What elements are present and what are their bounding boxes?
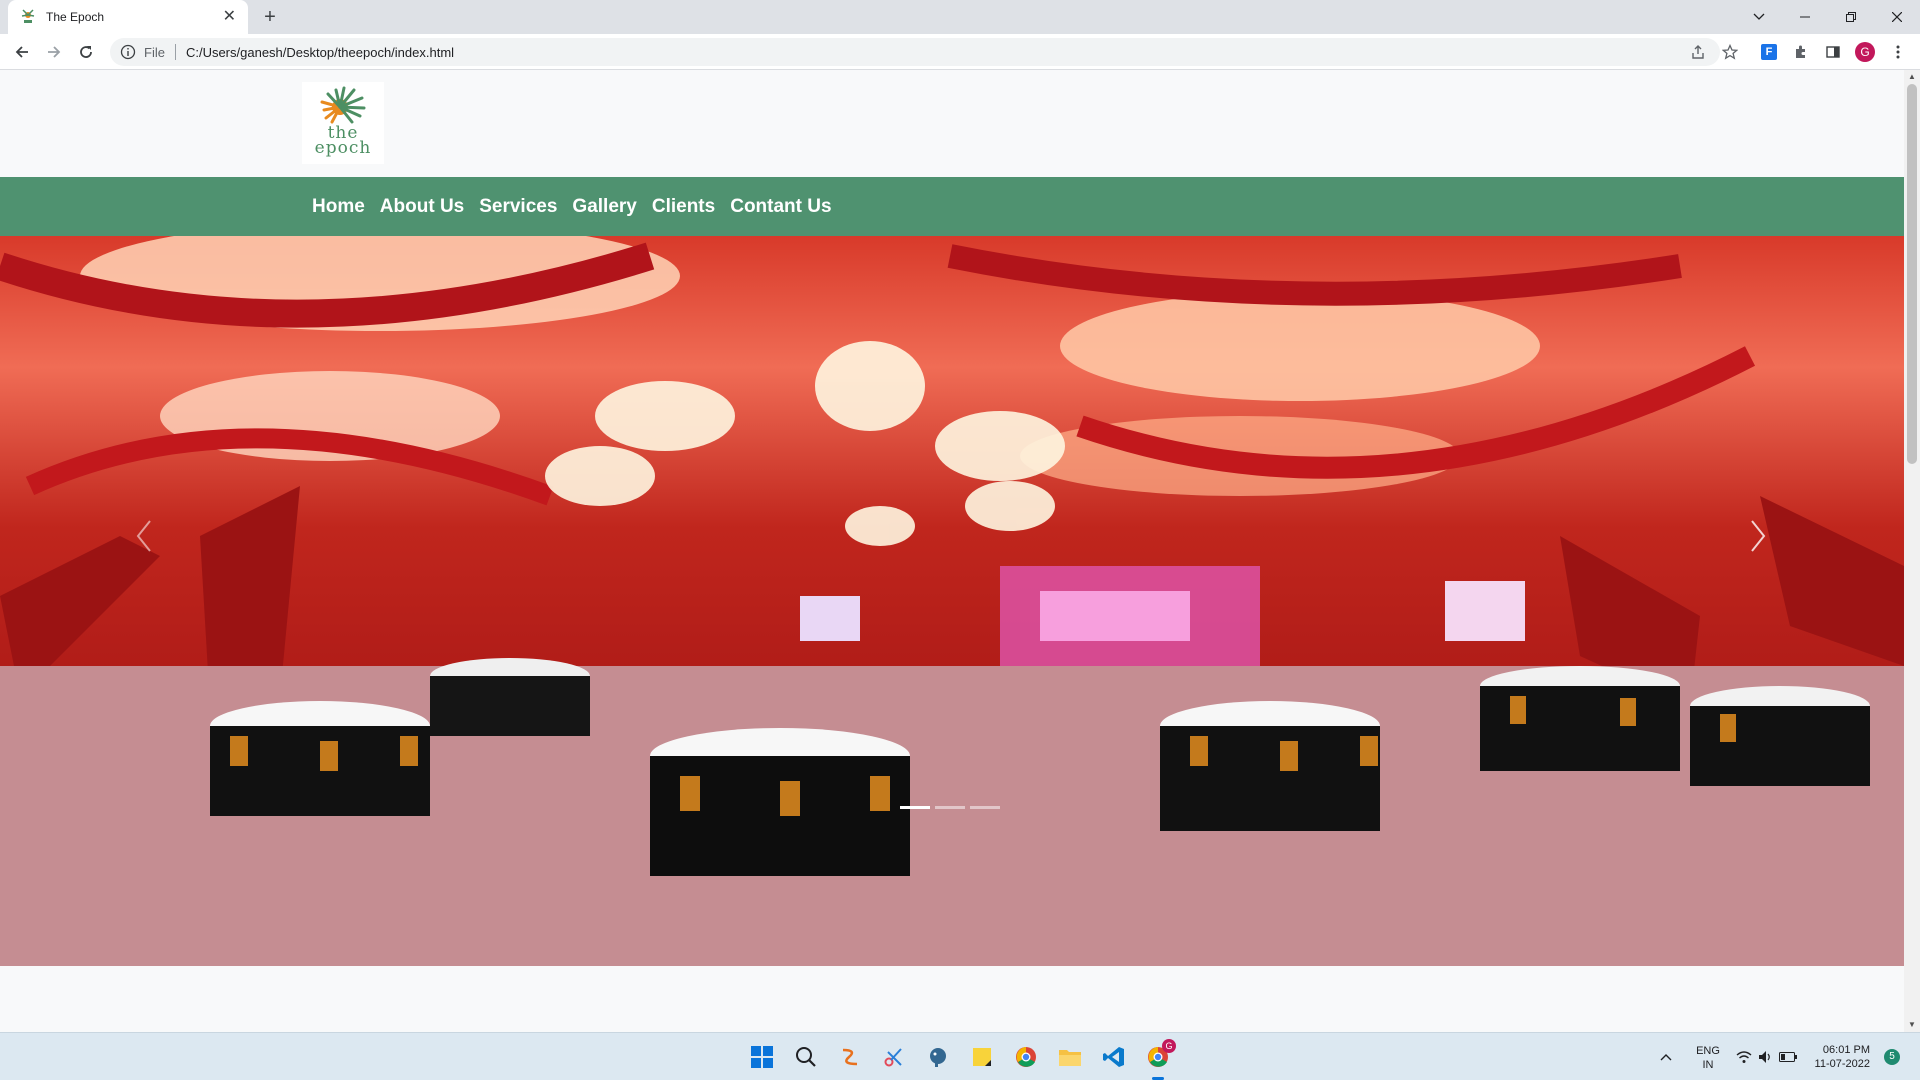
url-text[interactable]: C:/Users/ganesh/Desktop/theepoch/index.h… — [186, 45, 454, 60]
tab-title: The Epoch — [46, 10, 105, 24]
nav-about-us[interactable]: About Us — [380, 196, 464, 218]
side-panel-icon[interactable] — [1823, 42, 1843, 62]
nav-services[interactable]: Services — [479, 196, 557, 218]
tab-search-icon[interactable] — [1736, 0, 1782, 34]
restore-icon[interactable] — [1828, 0, 1874, 34]
tab-strip: The Epoch ✕ + — [0, 0, 1920, 34]
windows-start-icon[interactable] — [746, 1041, 778, 1073]
page-scrollbar[interactable]: ▲ ▼ — [1904, 70, 1920, 1032]
hero-carousel[interactable] — [0, 236, 1904, 966]
search-icon[interactable] — [790, 1041, 822, 1073]
extensions-puzzle-icon[interactable] — [1791, 42, 1811, 62]
carousel-indicator-2[interactable] — [935, 806, 965, 809]
main-navbar: Home About Us Services Gallery Clients C… — [0, 177, 1904, 236]
close-window-icon[interactable] — [1874, 0, 1920, 34]
scroll-up-icon[interactable]: ▲ — [1904, 70, 1920, 84]
carousel-indicators — [900, 806, 1000, 809]
back-icon[interactable] — [10, 40, 34, 64]
browser-tab[interactable]: The Epoch ✕ — [8, 0, 248, 34]
carousel-indicator-3[interactable] — [970, 806, 1000, 809]
chrome-icon[interactable] — [1010, 1041, 1042, 1073]
language-indicator[interactable]: ENG IN — [1690, 1044, 1726, 1072]
page-viewport: the epoch Home About Us Services Gallery… — [0, 70, 1920, 1032]
tab-close-icon[interactable]: ✕ — [223, 9, 236, 25]
url-separator — [174, 44, 176, 60]
scrollbar-thumb[interactable] — [1907, 84, 1917, 464]
site-header: the epoch — [0, 70, 1904, 177]
carousel-next-icon[interactable] — [1744, 511, 1774, 561]
nav-clients[interactable]: Clients — [652, 196, 715, 218]
file-explorer-icon[interactable] — [1054, 1041, 1086, 1073]
clock[interactable]: 06:01 PM 11-07-2022 — [1806, 1043, 1870, 1071]
page-below-carousel — [0, 966, 1904, 1032]
profile-avatar[interactable]: G — [1855, 42, 1875, 62]
battery-icon[interactable] — [1778, 1041, 1798, 1073]
reload-icon[interactable] — [74, 40, 98, 64]
new-tab-button[interactable]: + — [258, 5, 282, 29]
nav-gallery[interactable]: Gallery — [572, 196, 636, 218]
wifi-icon[interactable] — [1734, 1041, 1754, 1073]
minimize-icon[interactable] — [1782, 0, 1828, 34]
chrome-profile-icon[interactable]: G — [1142, 1039, 1176, 1080]
notification-badge[interactable]: 5 — [1884, 1049, 1900, 1065]
postgres-elephant-icon[interactable] — [922, 1041, 954, 1073]
extension-f-icon[interactable]: F — [1759, 42, 1779, 62]
carousel-indicator-1[interactable] — [900, 806, 930, 809]
info-icon[interactable] — [120, 44, 136, 60]
volume-icon[interactable] — [1756, 1041, 1776, 1073]
banquet-hall-image — [0, 236, 1904, 966]
nav-list: Home About Us Services Gallery Clients C… — [312, 177, 847, 236]
carousel-prev-icon[interactable] — [128, 511, 158, 561]
share-icon[interactable] — [1688, 42, 1708, 62]
vscode-icon[interactable] — [1098, 1041, 1130, 1073]
address-bar[interactable]: File C:/Users/ganesh/Desktop/theepoch/in… — [110, 38, 1720, 66]
bookmark-star-icon[interactable] — [1720, 42, 1740, 62]
kebab-menu-icon[interactable] — [1888, 42, 1908, 62]
sticky-notes-icon[interactable] — [966, 1041, 998, 1073]
tray-chevron-up-icon[interactable] — [1656, 1041, 1676, 1073]
windows-taskbar: G ENG IN 06:01 PM 11-07-2022 5 — [0, 1032, 1920, 1080]
epoch-favicon-icon — [21, 9, 35, 23]
nav-contact-us[interactable]: Contant Us — [730, 196, 831, 218]
chrome-profile-badge: G — [1162, 1039, 1176, 1053]
site-logo[interactable]: the epoch — [302, 82, 384, 164]
snipping-tool-icon[interactable] — [878, 1041, 910, 1073]
url-scheme: File — [144, 44, 165, 60]
forward-icon[interactable] — [42, 40, 66, 64]
unigram-icon[interactable] — [834, 1041, 866, 1073]
scroll-down-icon[interactable]: ▼ — [1904, 1018, 1920, 1032]
logo-wordmark: the epoch — [314, 123, 372, 158]
browser-toolbar: File C:/Users/ganesh/Desktop/theepoch/in… — [0, 34, 1920, 70]
nav-home[interactable]: Home — [312, 196, 365, 218]
